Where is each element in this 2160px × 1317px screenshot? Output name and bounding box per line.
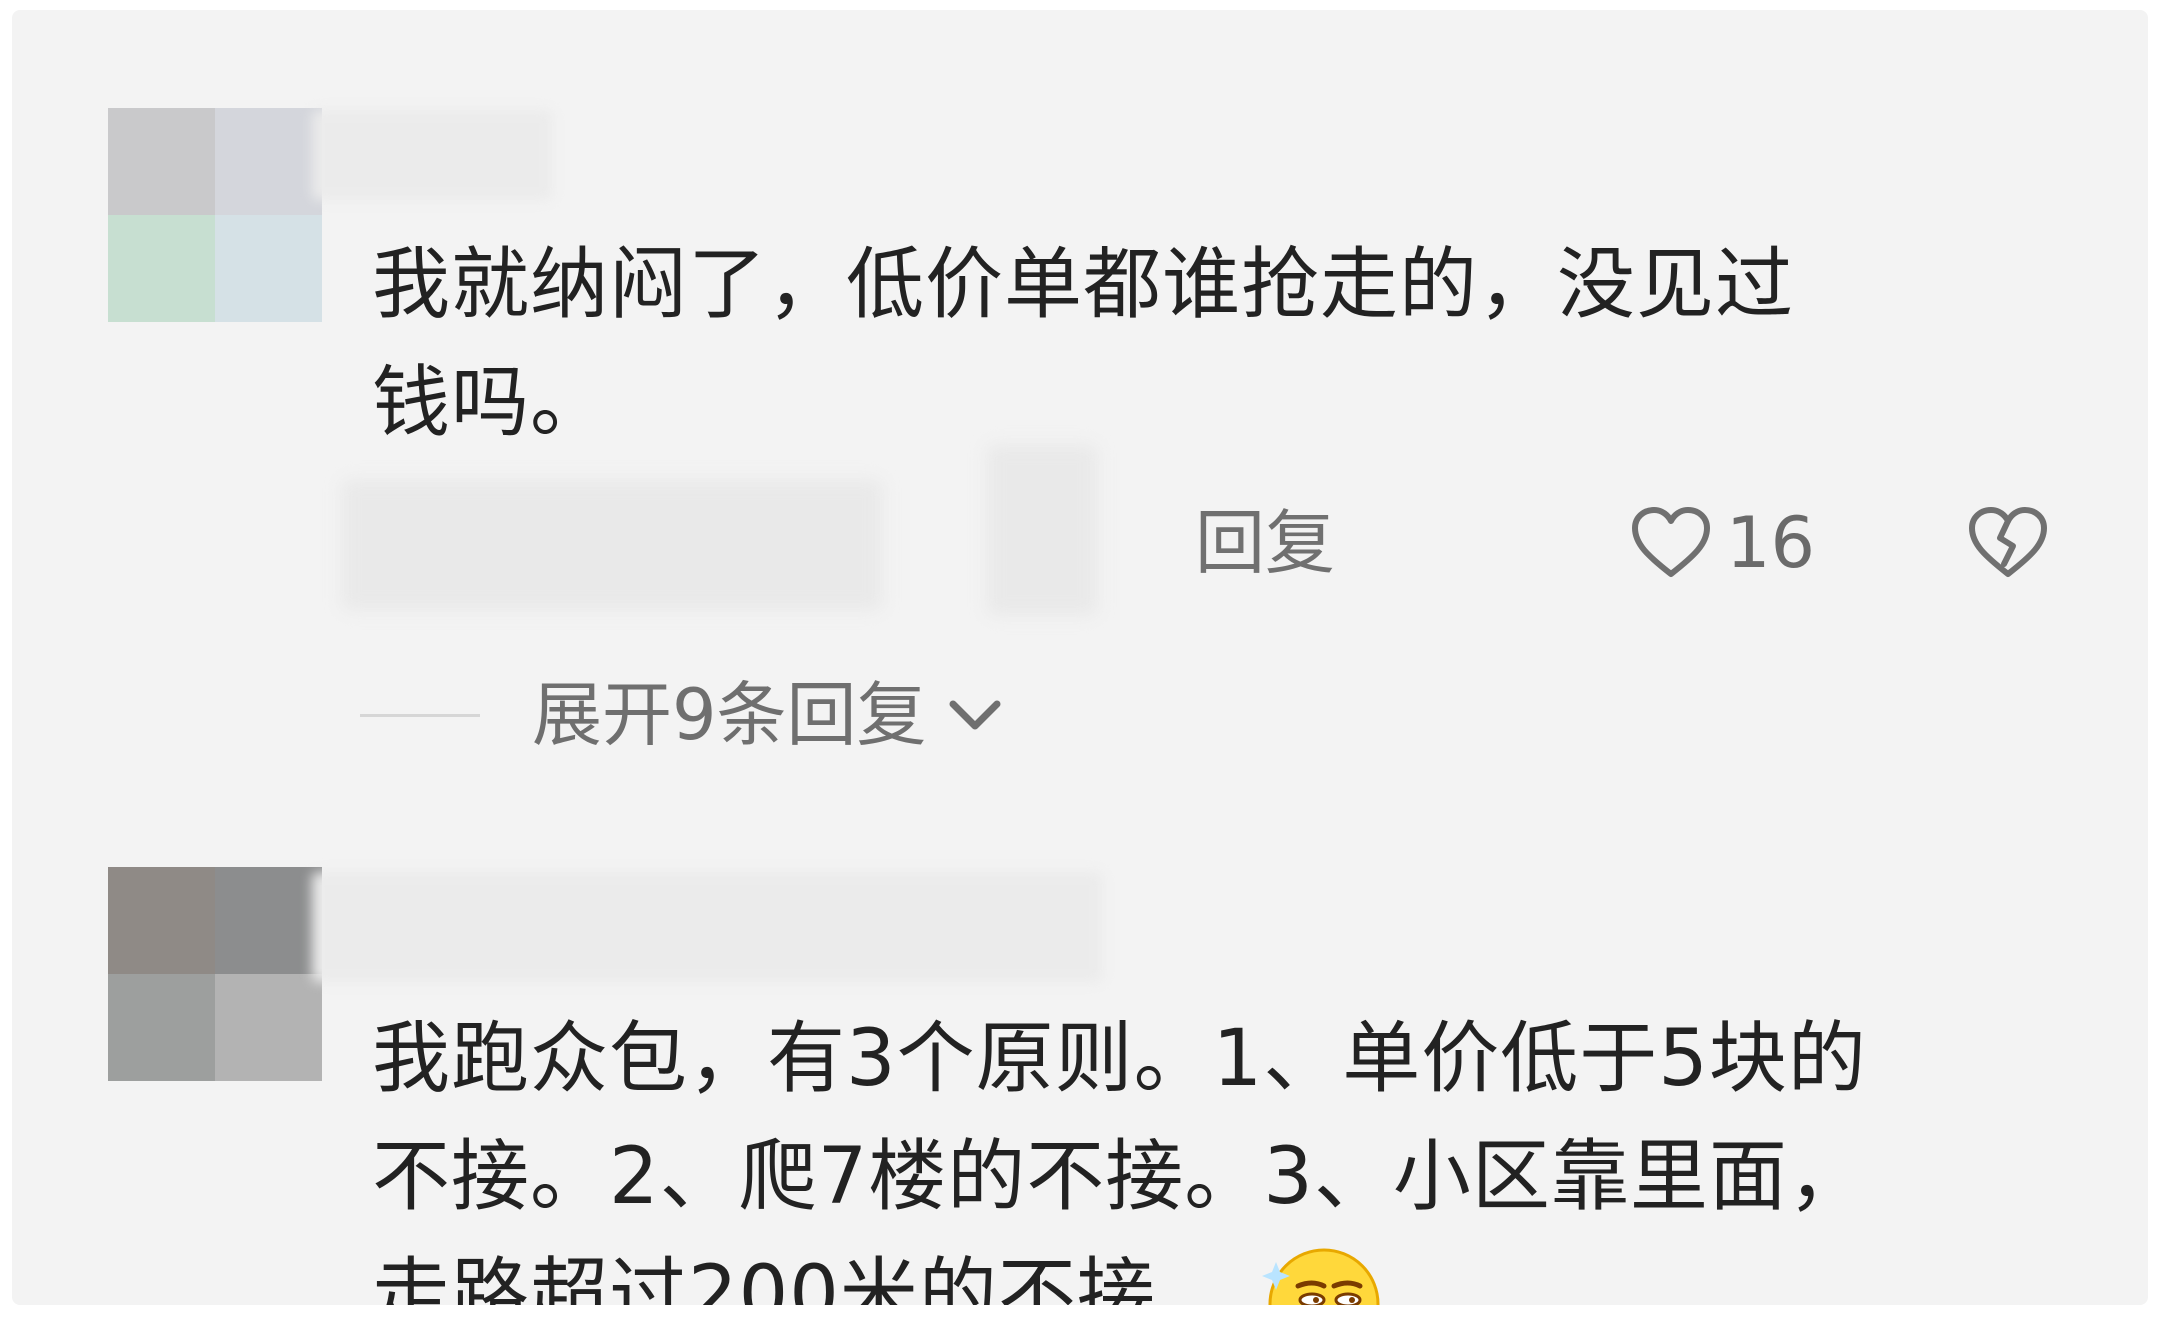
screenshot-page: 我就纳闷了，低价单都谁抢走的，没见过 钱吗。 回复 16 展开9条回复 我跑众包…: [0, 0, 2160, 1317]
expand-replies-button[interactable]: 展开9条回复: [360, 670, 1005, 760]
chevron-down-icon: [945, 692, 1005, 738]
comment-text: 我跑众包，有3个原则。1、单价低于5块的 不接。2、爬7楼的不接。3、小区靠里面…: [372, 1014, 1867, 1305]
avatar-mosaic-cell: [108, 867, 215, 974]
expand-replies-label: 展开9条回复: [532, 674, 927, 756]
heart-outline-icon: [1630, 506, 1712, 580]
comment-text: 我就纳闷了，低价单都谁抢走的，没见过 钱吗。: [372, 240, 1795, 448]
avatar-mosaic-cell: [108, 215, 215, 322]
like-count: 16: [1726, 502, 1816, 584]
avatar-mosaic-cell: [108, 108, 215, 215]
avatar-mosaic-cell: [108, 974, 215, 1081]
like-button[interactable]: 16: [1630, 500, 1815, 586]
avatar-mosaic-cell: [215, 974, 322, 1081]
dislike-button[interactable]: [1967, 504, 2049, 580]
avatar-mosaic-cell: [215, 108, 322, 215]
blurred-username: [312, 872, 1102, 982]
avatar[interactable]: [108, 867, 322, 1081]
avatar-mosaic-cell: [215, 215, 322, 322]
smug-face-emoji: [1262, 1242, 1382, 1305]
bottom-edge: [0, 1305, 2160, 1317]
comment-actions: 回复 16: [12, 498, 2148, 588]
blurred-username: [312, 110, 552, 200]
avatar-mosaic-cell: [215, 867, 322, 974]
reply-button[interactable]: 回复: [1195, 498, 1335, 588]
avatar[interactable]: [108, 108, 322, 322]
comment-list: 我就纳闷了，低价单都谁抢走的，没见过 钱吗。 回复 16 展开9条回复 我跑众包…: [12, 10, 2148, 1305]
divider-line: [360, 713, 480, 717]
broken-heart-icon: [1967, 504, 2049, 580]
